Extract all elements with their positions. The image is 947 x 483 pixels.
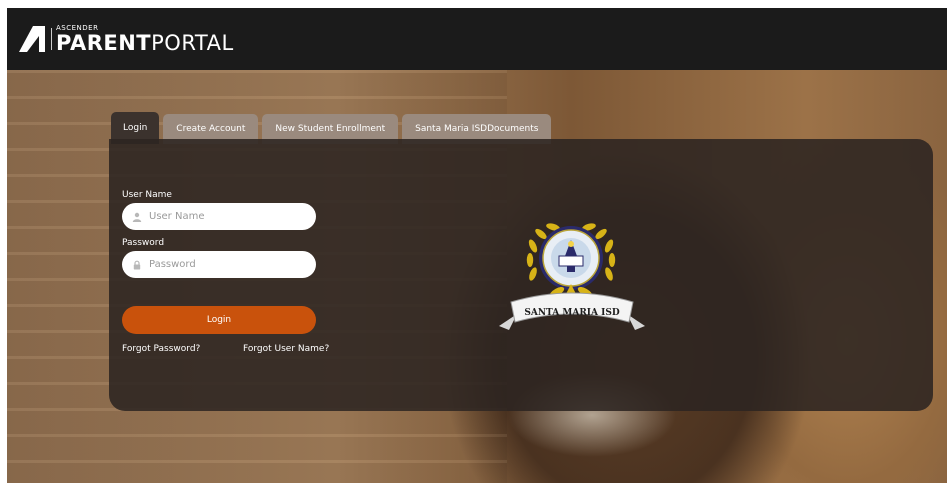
district-seal-logo: SANTA MARIA ISD — [499, 223, 645, 330]
brand-light-text: PORTAL — [151, 30, 234, 55]
user-icon — [132, 212, 142, 222]
password-input[interactable]: Password — [122, 251, 316, 278]
top-header: ASCENDER PARENTPORTAL — [7, 8, 947, 70]
username-placeholder: User Name — [149, 211, 205, 222]
brand-bold-text: PARENT — [56, 30, 152, 55]
password-placeholder: Password — [149, 259, 196, 270]
login-button[interactable]: Login — [122, 306, 316, 334]
brand-text: ASCENDER PARENTPORTAL — [56, 24, 234, 55]
brand-title: PARENTPORTAL — [56, 30, 234, 55]
ascender-logo-icon — [19, 26, 45, 52]
ascender-logo[interactable]: ASCENDER PARENTPORTAL — [19, 24, 234, 55]
password-label: Password — [122, 238, 165, 248]
forgot-username-link[interactable]: Forgot User Name? — [243, 344, 329, 354]
logo-divider — [51, 28, 52, 50]
forgot-password-link[interactable]: Forgot Password? — [122, 344, 200, 354]
username-label: User Name — [122, 190, 172, 200]
page-frame: ASCENDER PARENTPORTAL Login Create Accou… — [7, 8, 947, 483]
seal-banner-text: SANTA MARIA ISD — [524, 308, 619, 318]
lock-icon — [133, 260, 141, 269]
username-input[interactable]: User Name — [122, 203, 316, 230]
